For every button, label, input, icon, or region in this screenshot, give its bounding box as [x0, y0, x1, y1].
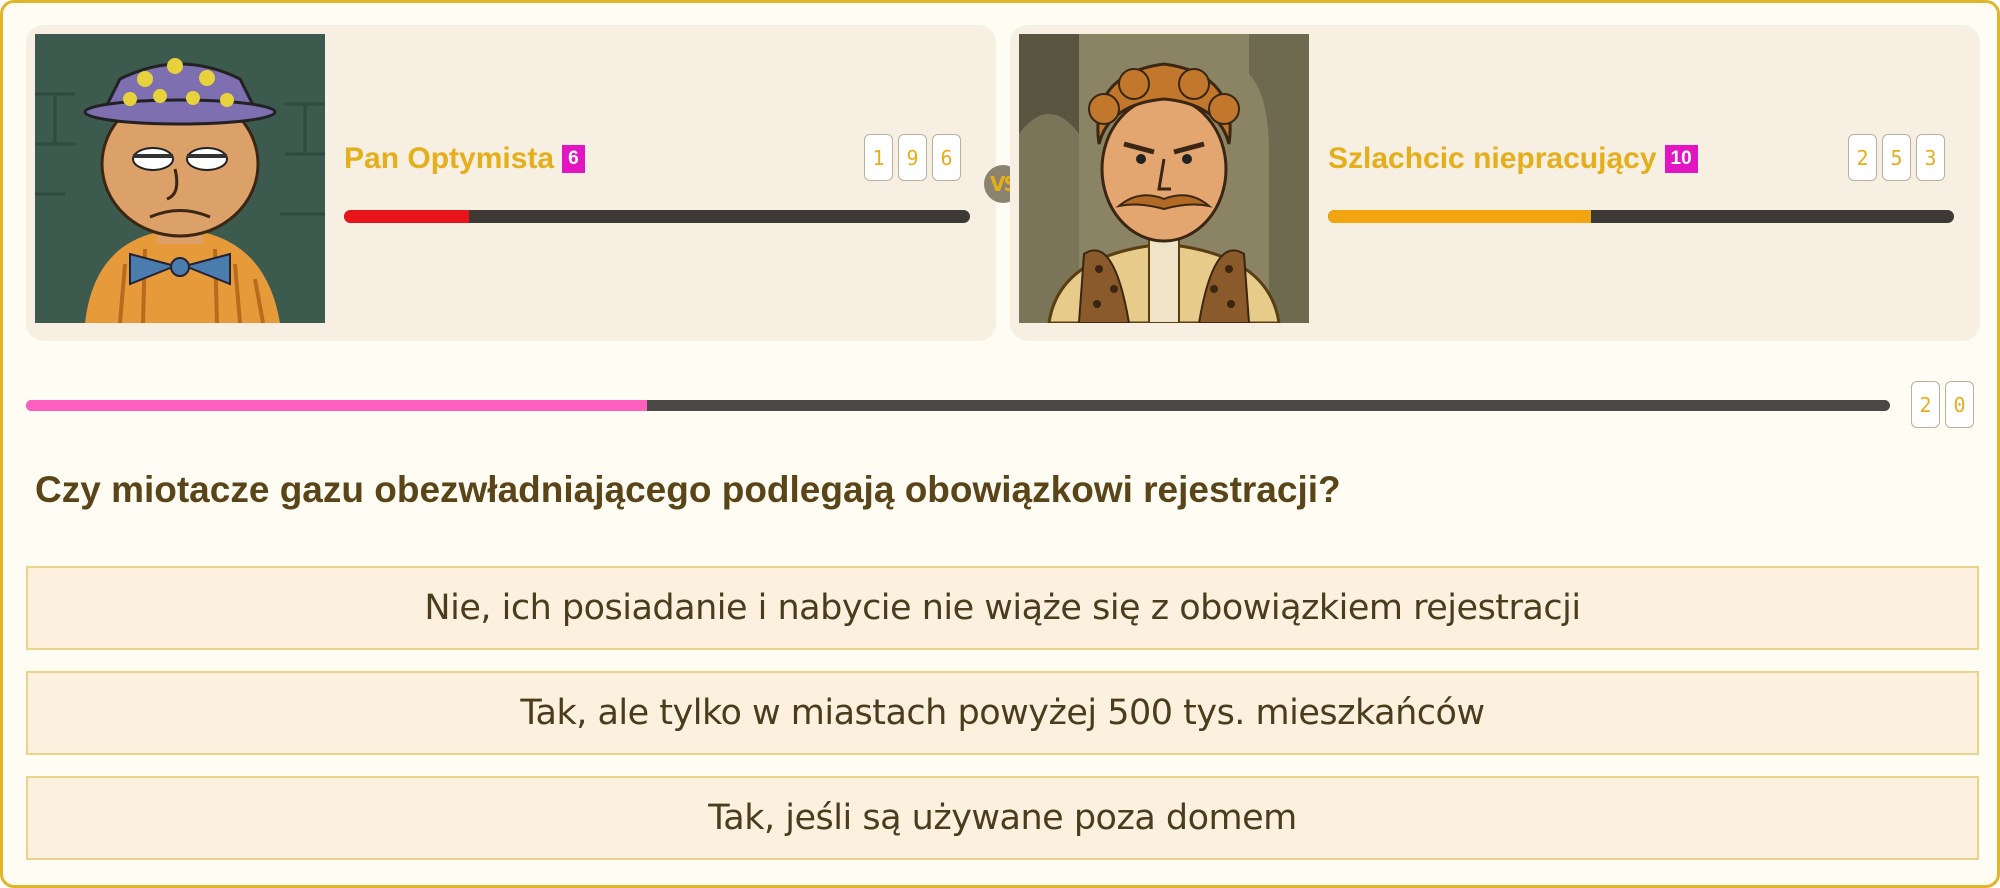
score-digit: 3	[1916, 134, 1945, 181]
score-counter-1: 1 9 6	[864, 134, 961, 181]
player-name-1: Pan Optymista 6	[344, 142, 585, 176]
health-bar-2	[1328, 210, 1954, 223]
timer-bar	[26, 400, 1890, 411]
score-digit: 9	[898, 134, 927, 181]
player-card-2: Szlachcic niepracujący 10 2 5 3	[1010, 25, 1980, 341]
question-text: Czy miotacze gazu obezwładniającego podl…	[35, 469, 1341, 510]
player-name-text-2: Szlachcic niepracujący	[1328, 142, 1657, 175]
score-digit: 5	[1882, 134, 1911, 181]
player-portrait-2	[1019, 34, 1309, 323]
player-card-1: Pan Optymista 6 1 9 6	[26, 25, 996, 341]
timer-digit: 0	[1945, 381, 1974, 428]
score-counter-2: 2 5 3	[1848, 134, 1945, 181]
health-bar-fill-1	[344, 210, 470, 223]
timer-bar-fill	[26, 400, 647, 411]
player-portrait-1	[35, 34, 325, 323]
score-digit: 1	[864, 134, 893, 181]
timer-digit: 2	[1911, 381, 1940, 428]
score-digit: 6	[932, 134, 961, 181]
level-badge-1: 6	[562, 145, 585, 173]
game-frame: Pan Optymista 6 1 9 6 VS Szlachcic niepr…	[0, 0, 2000, 888]
answer-option-2[interactable]: Tak, ale tylko w miastach powyżej 500 ty…	[26, 671, 1979, 755]
timer-counter: 2 0	[1911, 381, 1974, 428]
level-badge-2: 10	[1664, 145, 1698, 173]
score-digit: 2	[1848, 134, 1877, 181]
player-name-2: Szlachcic niepracujący 10	[1328, 142, 1698, 176]
health-bar-fill-2	[1328, 210, 1591, 223]
player-name-text-1: Pan Optymista	[344, 142, 555, 175]
answer-option-3[interactable]: Tak, jeśli są używane poza domem	[26, 776, 1979, 860]
health-bar-1	[344, 210, 970, 223]
answer-option-1[interactable]: Nie, ich posiadanie i nabycie nie wiąże …	[26, 566, 1979, 650]
